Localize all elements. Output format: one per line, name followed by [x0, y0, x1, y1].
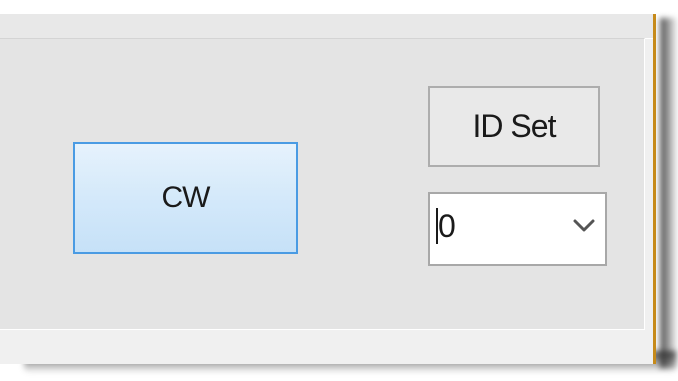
cw-button[interactable]: CW	[73, 142, 298, 254]
id-select-value: 0	[438, 208, 456, 244]
id-select-dropdown[interactable]: 0	[428, 192, 607, 266]
chevron-down-icon[interactable]	[573, 218, 595, 234]
window-shadow-right	[660, 18, 678, 368]
id-set-button-label: ID Set	[472, 108, 557, 144]
cw-button-label: CW	[161, 181, 211, 214]
top-strip	[0, 14, 653, 39]
bottom-strip	[0, 330, 653, 364]
id-set-button[interactable]: ID Set	[428, 86, 600, 167]
